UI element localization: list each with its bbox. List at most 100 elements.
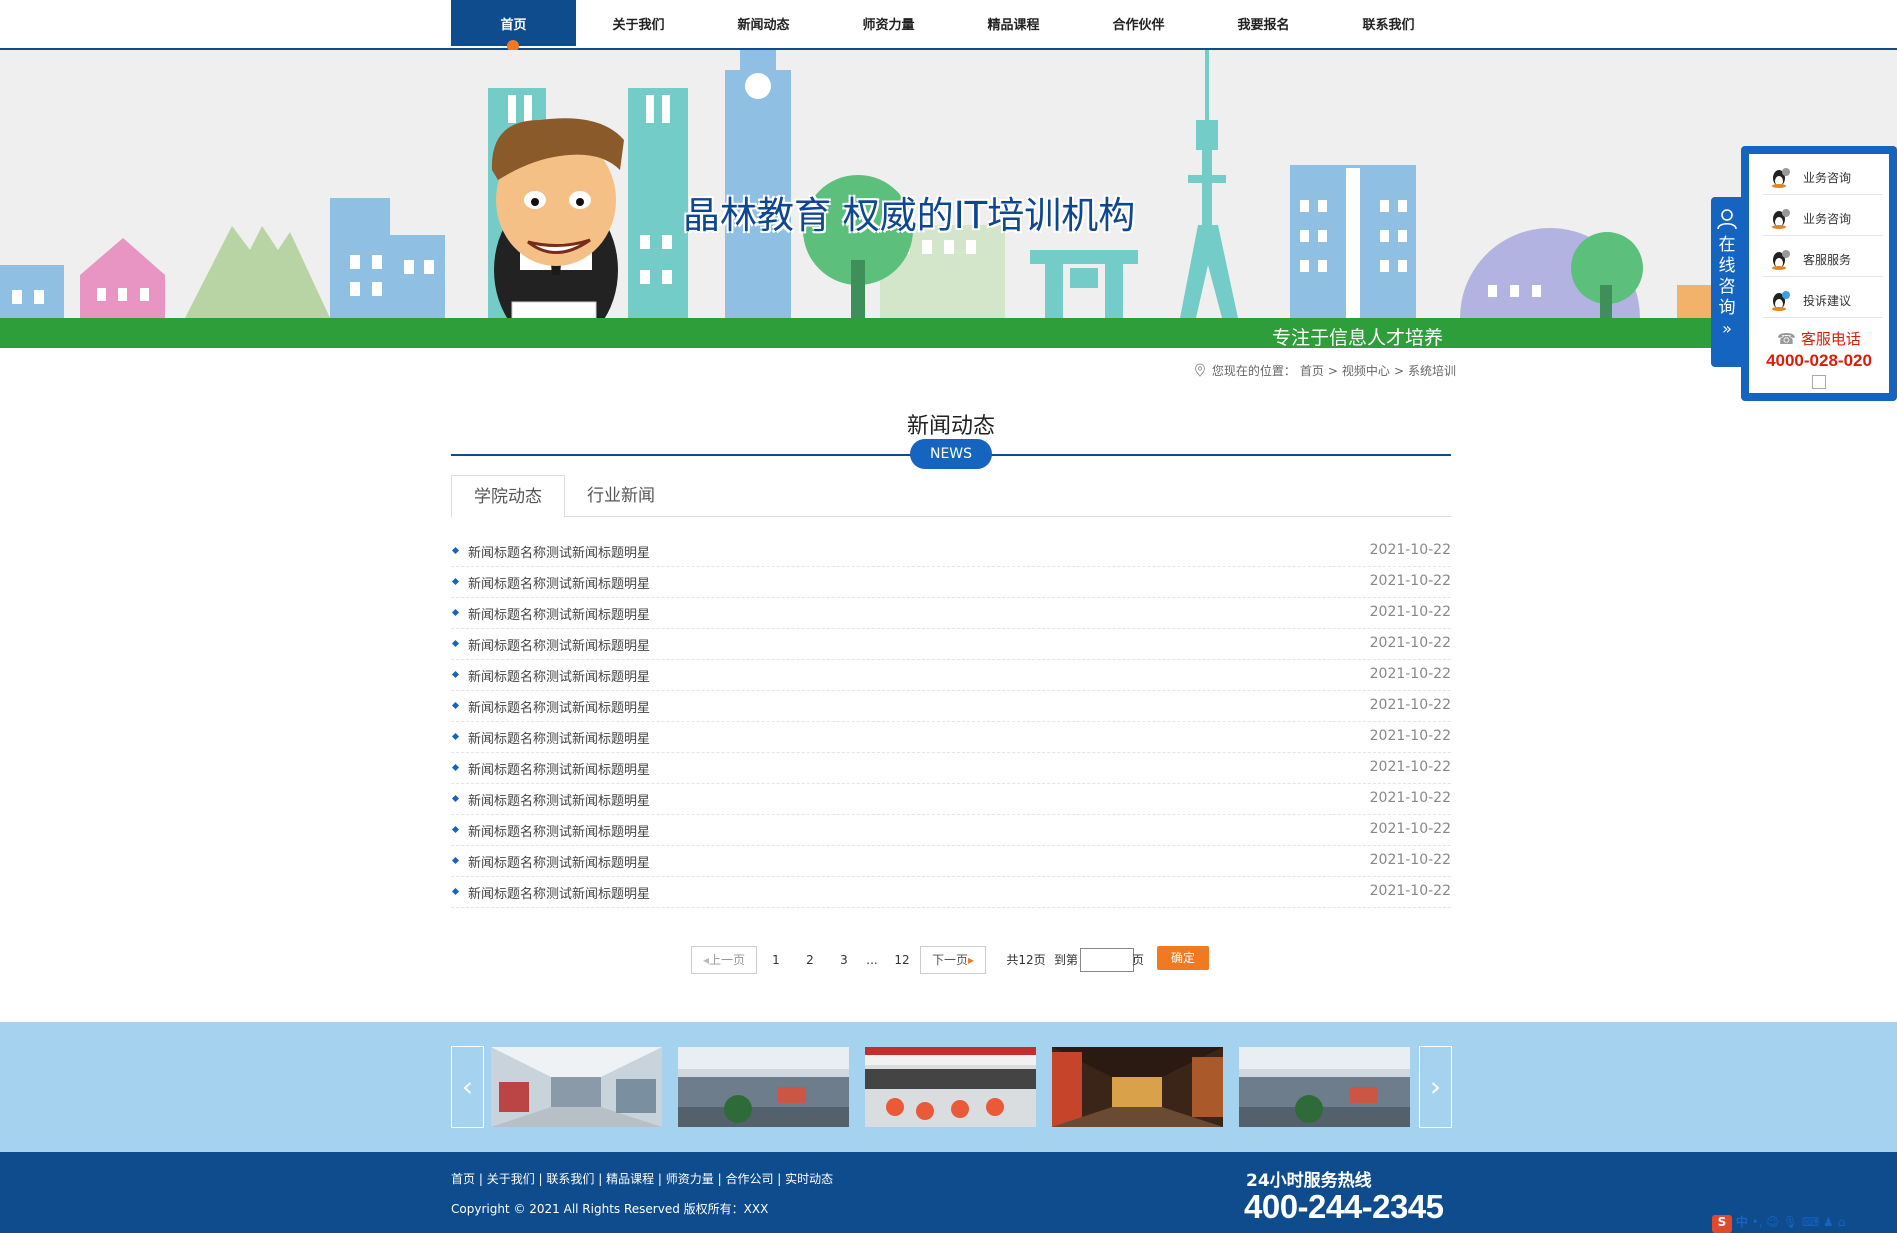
- phone-label: 客服电话: [1800, 330, 1861, 348]
- footer-link-about[interactable]: 关于我们: [487, 1172, 535, 1186]
- online-consult-tab[interactable]: 在 线 咨 询 »: [1711, 197, 1743, 367]
- carousel-photo[interactable]: [1239, 1047, 1410, 1127]
- bullet-icon: [451, 701, 460, 710]
- goto-page-input[interactable]: [1080, 948, 1134, 972]
- news-title[interactable]: 新闻标题名称测试新闻标题明星: [468, 542, 650, 561]
- news-title[interactable]: 新闻标题名称测试新闻标题明星: [468, 697, 650, 716]
- tab-college-news[interactable]: 学院动态: [451, 475, 565, 518]
- carousel-next-button[interactable]: ›: [1419, 1046, 1452, 1128]
- news-title[interactable]: 新闻标题名称测试新闻标题明星: [468, 728, 650, 747]
- photo-carousel: ‹ ›: [0, 1022, 1897, 1152]
- breadcrumb-home[interactable]: 首页: [1300, 364, 1324, 378]
- punctuation-icon[interactable]: •,: [1752, 1215, 1763, 1229]
- bullet-icon: [451, 763, 460, 772]
- confirm-button[interactable]: 确定: [1157, 946, 1209, 970]
- phone-number: 4000-028-020: [1766, 351, 1872, 370]
- list-item[interactable]: 新闻标题名称测试新闻标题明星 2021-10-22: [451, 567, 1451, 598]
- list-item[interactable]: 新闻标题名称测试新闻标题明星 2021-10-22: [451, 691, 1451, 722]
- nav-item-teachers[interactable]: 师资力量: [826, 0, 951, 46]
- keyboard-icon[interactable]: ⌨: [1802, 1215, 1819, 1229]
- news-title[interactable]: 新闻标题名称测试新闻标题明星: [468, 666, 650, 685]
- list-item[interactable]: 新闻标题名称测试新闻标题明星 2021-10-22: [451, 722, 1451, 753]
- location-pin-icon: [1194, 363, 1206, 377]
- sogou-logo-icon[interactable]: S: [1712, 1215, 1732, 1233]
- news-title[interactable]: 新闻标题名称测试新闻标题明星: [468, 573, 650, 592]
- consult-tab-label: 在 线 咨 询: [1711, 235, 1743, 319]
- breadcrumb-prefix: 您现在的位置：: [1211, 364, 1296, 378]
- bullet-icon: [451, 856, 460, 865]
- consult-item-service[interactable]: 客服服务: [1763, 236, 1883, 277]
- tab-industry-news[interactable]: 行业新闻: [576, 475, 666, 515]
- news-title[interactable]: 新闻标题名称测试新闻标题明星: [468, 604, 650, 623]
- user-icon: [1717, 209, 1737, 230]
- news-title[interactable]: 新闻标题名称测试新闻标题明星: [468, 883, 650, 902]
- bullet-icon: [451, 887, 460, 896]
- carousel-photo[interactable]: [678, 1047, 849, 1127]
- news-title[interactable]: 新闻标题名称测试新闻标题明星: [468, 790, 650, 809]
- page-3-link[interactable]: 3: [836, 946, 852, 974]
- section-title: 新闻动态: [906, 414, 995, 439]
- footer-link-partners[interactable]: 合作公司: [725, 1172, 773, 1186]
- list-item[interactable]: 新闻标题名称测试新闻标题明星 2021-10-22: [451, 846, 1451, 877]
- news-date: 2021-10-22: [1369, 883, 1451, 899]
- news-date: 2021-10-22: [1369, 604, 1451, 620]
- footer-link-home[interactable]: 首页: [451, 1172, 475, 1186]
- nav-item-contact[interactable]: 联系我们: [1326, 0, 1451, 46]
- nav-item-signup[interactable]: 我要报名: [1201, 0, 1326, 46]
- news-tabs: 学院动态 行业新闻: [451, 475, 1451, 518]
- list-item[interactable]: 新闻标题名称测试新闻标题明星 2021-10-22: [451, 877, 1451, 908]
- prev-page-label: 上一页: [709, 953, 746, 967]
- user-icon[interactable]: ♟: [1823, 1215, 1834, 1229]
- hero-banner: 晶林教育 权威的IT培训机构 专注于信息人才培养: [0, 50, 1897, 348]
- news-title[interactable]: 新闻标题名称测试新闻标题明星: [468, 821, 650, 840]
- consult-item-complaint[interactable]: 投诉建议: [1763, 277, 1883, 318]
- footer-link-contact[interactable]: 联系我们: [546, 1172, 594, 1186]
- carousel-photo[interactable]: [865, 1047, 1036, 1127]
- breadcrumb-system-training[interactable]: 系统培训: [1408, 364, 1456, 378]
- nav-item-about[interactable]: 关于我们: [576, 0, 701, 46]
- news-title[interactable]: 新闻标题名称测试新闻标题明星: [468, 759, 650, 778]
- page-ellipsis: ...: [866, 953, 878, 967]
- next-page-button[interactable]: 下一页▸: [920, 946, 986, 974]
- nav-item-partners[interactable]: 合作伙伴: [1076, 0, 1201, 46]
- list-item[interactable]: 新闻标题名称测试新闻标题明星 2021-10-22: [451, 660, 1451, 691]
- carousel-prev-button[interactable]: ‹: [451, 1046, 484, 1128]
- page-12-link[interactable]: 12: [892, 946, 912, 974]
- breadcrumb: 您现在的位置： 首页 > 视频中心 > 系统培训: [1194, 362, 1458, 379]
- skin-icon[interactable]: ⌂: [1838, 1215, 1846, 1229]
- list-item[interactable]: 新闻标题名称测试新闻标题明星 2021-10-22: [451, 815, 1451, 846]
- total-pages: 共12页: [1006, 953, 1046, 967]
- list-item[interactable]: 新闻标题名称测试新闻标题明星 2021-10-22: [451, 629, 1451, 660]
- list-item[interactable]: 新闻标题名称测试新闻标题明星 2021-10-22: [451, 753, 1451, 784]
- prev-page-button[interactable]: ◂上一页: [691, 946, 757, 974]
- consult-item-business-2[interactable]: 业务咨询: [1763, 195, 1883, 236]
- news-title[interactable]: 新闻标题名称测试新闻标题明星: [468, 852, 650, 871]
- page-1-link[interactable]: 1: [768, 946, 784, 974]
- goto-prefix: 到第: [1053, 953, 1078, 967]
- microphone-icon[interactable]: 🎙: [1783, 1215, 1798, 1229]
- nav-item-home[interactable]: 首页: [451, 0, 576, 52]
- ime-language-toggle[interactable]: 中: [1736, 1215, 1748, 1229]
- section-badge: NEWS: [910, 439, 992, 469]
- nav-item-news[interactable]: 新闻动态: [701, 0, 826, 46]
- chevron-left-icon: ‹: [461, 1070, 474, 1103]
- carousel-photo[interactable]: [491, 1047, 662, 1127]
- news-date: 2021-10-22: [1369, 542, 1451, 558]
- bullet-icon: [451, 546, 460, 555]
- list-item[interactable]: 新闻标题名称测试新闻标题明星 2021-10-22: [451, 536, 1451, 567]
- list-item[interactable]: 新闻标题名称测试新闻标题明星 2021-10-22: [451, 598, 1451, 629]
- list-item[interactable]: 新闻标题名称测试新闻标题明星 2021-10-22: [451, 784, 1451, 815]
- page-2-link[interactable]: 2: [802, 946, 818, 974]
- emoji-icon[interactable]: ☺: [1766, 1215, 1779, 1229]
- footer-link-teachers[interactable]: 师资力量: [666, 1172, 714, 1186]
- breadcrumb-video-center[interactable]: 视频中心: [1342, 364, 1390, 378]
- carousel-photo[interactable]: [1052, 1047, 1223, 1127]
- consult-item-label: 客服服务: [1803, 253, 1852, 267]
- consult-item-business-1[interactable]: 业务咨询: [1763, 154, 1883, 195]
- consult-tab-char: 询: [1718, 298, 1736, 318]
- footer-link-courses[interactable]: 精品课程: [606, 1172, 654, 1186]
- news-date: 2021-10-22: [1369, 635, 1451, 651]
- news-title[interactable]: 新闻标题名称测试新闻标题明星: [468, 635, 650, 654]
- nav-item-courses[interactable]: 精品课程: [951, 0, 1076, 46]
- footer-link-news[interactable]: 实时动态: [785, 1172, 833, 1186]
